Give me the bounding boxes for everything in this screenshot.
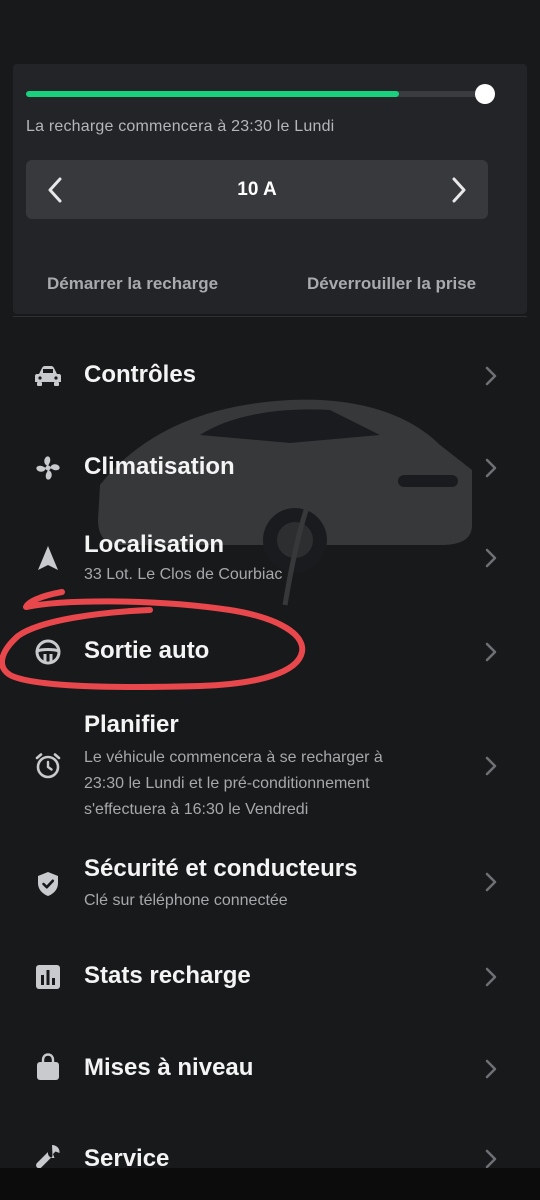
increase-amperage-button[interactable] (430, 160, 488, 219)
subtitle-line: s'effectuera à 16:30 le Vendredi (84, 801, 309, 818)
navigation-arrow-icon (34, 544, 62, 572)
subtitle-line: Le véhicule commencera à se recharger à (84, 749, 383, 766)
menu-item-schedule[interactable]: Planifier Le véhicule commencera à se re… (0, 702, 540, 830)
chevron-right-icon (485, 458, 497, 478)
amperage-value: 10 A (237, 179, 277, 200)
chevron-right-icon (485, 642, 497, 662)
shield-check-icon (34, 870, 62, 898)
fan-icon (34, 454, 62, 482)
charge-limit-slider[interactable] (26, 91, 486, 97)
menu-item-service[interactable]: Service (0, 1137, 540, 1168)
subtitle-line: 23:30 le Lundi et le pré-conditionnement (84, 775, 370, 792)
start-charging-button[interactable]: Démarrer la recharge (47, 274, 218, 294)
chevron-right-icon (485, 967, 497, 987)
car-icon (34, 362, 62, 390)
menu-subtitle: Le véhicule commencera à se recharger à … (84, 745, 464, 823)
shopping-bag-icon (34, 1053, 62, 1081)
menu-item-upgrades[interactable]: Mises à niveau (0, 1045, 540, 1095)
chevron-right-icon (485, 1059, 497, 1079)
slider-handle[interactable] (475, 84, 495, 104)
wrench-icon (34, 1143, 62, 1168)
menu-title: Planifier (84, 711, 179, 738)
menu-title: Localisation (84, 531, 225, 558)
menu-title: Climatisation (84, 453, 235, 480)
unlock-port-button[interactable]: Déverrouiller la prise (307, 274, 476, 294)
menu-title: Sécurité et conducteurs (84, 855, 358, 882)
steering-wheel-icon (34, 638, 62, 666)
menu-item-charging-stats[interactable]: Stats recharge (0, 953, 540, 1003)
chevron-right-icon (485, 366, 497, 386)
card-divider (13, 316, 527, 317)
alarm-clock-icon (34, 752, 62, 780)
menu-item-controls[interactable]: Contrôles (0, 352, 540, 402)
menu-title: Stats recharge (84, 962, 251, 989)
menu-subtitle: Clé sur téléphone connectée (84, 892, 288, 909)
chevron-right-icon (485, 548, 497, 568)
chevron-right-icon (485, 756, 497, 776)
chevron-right-icon (485, 1149, 497, 1168)
charge-progress-fill (26, 91, 399, 97)
menu-item-location[interactable]: Localisation 33 Lot. Le Clos de Courbiac (0, 522, 540, 594)
bottom-bar (0, 1168, 540, 1200)
chevron-right-icon (485, 872, 497, 892)
bar-chart-icon (34, 963, 62, 991)
menu-title: Contrôles (84, 361, 197, 388)
chevron-left-icon (48, 177, 62, 202)
menu-item-climate[interactable]: Climatisation (0, 444, 540, 494)
menu-title: Mises à niveau (84, 1054, 254, 1081)
amperage-selector: 10 A (26, 160, 488, 219)
decrease-amperage-button[interactable] (26, 160, 84, 219)
menu-title: Sortie auto (84, 637, 210, 664)
chevron-right-icon (452, 177, 466, 202)
charge-status-text: La recharge commencera à 23:30 le Lundi (26, 118, 335, 135)
menu-item-security[interactable]: Sécurité et conducteurs Clé sur téléphon… (0, 846, 540, 918)
menu-subtitle: 33 Lot. Le Clos de Courbiac (84, 566, 283, 583)
menu-title: Service (84, 1145, 170, 1168)
menu-item-summon[interactable]: Sortie auto (0, 628, 540, 678)
